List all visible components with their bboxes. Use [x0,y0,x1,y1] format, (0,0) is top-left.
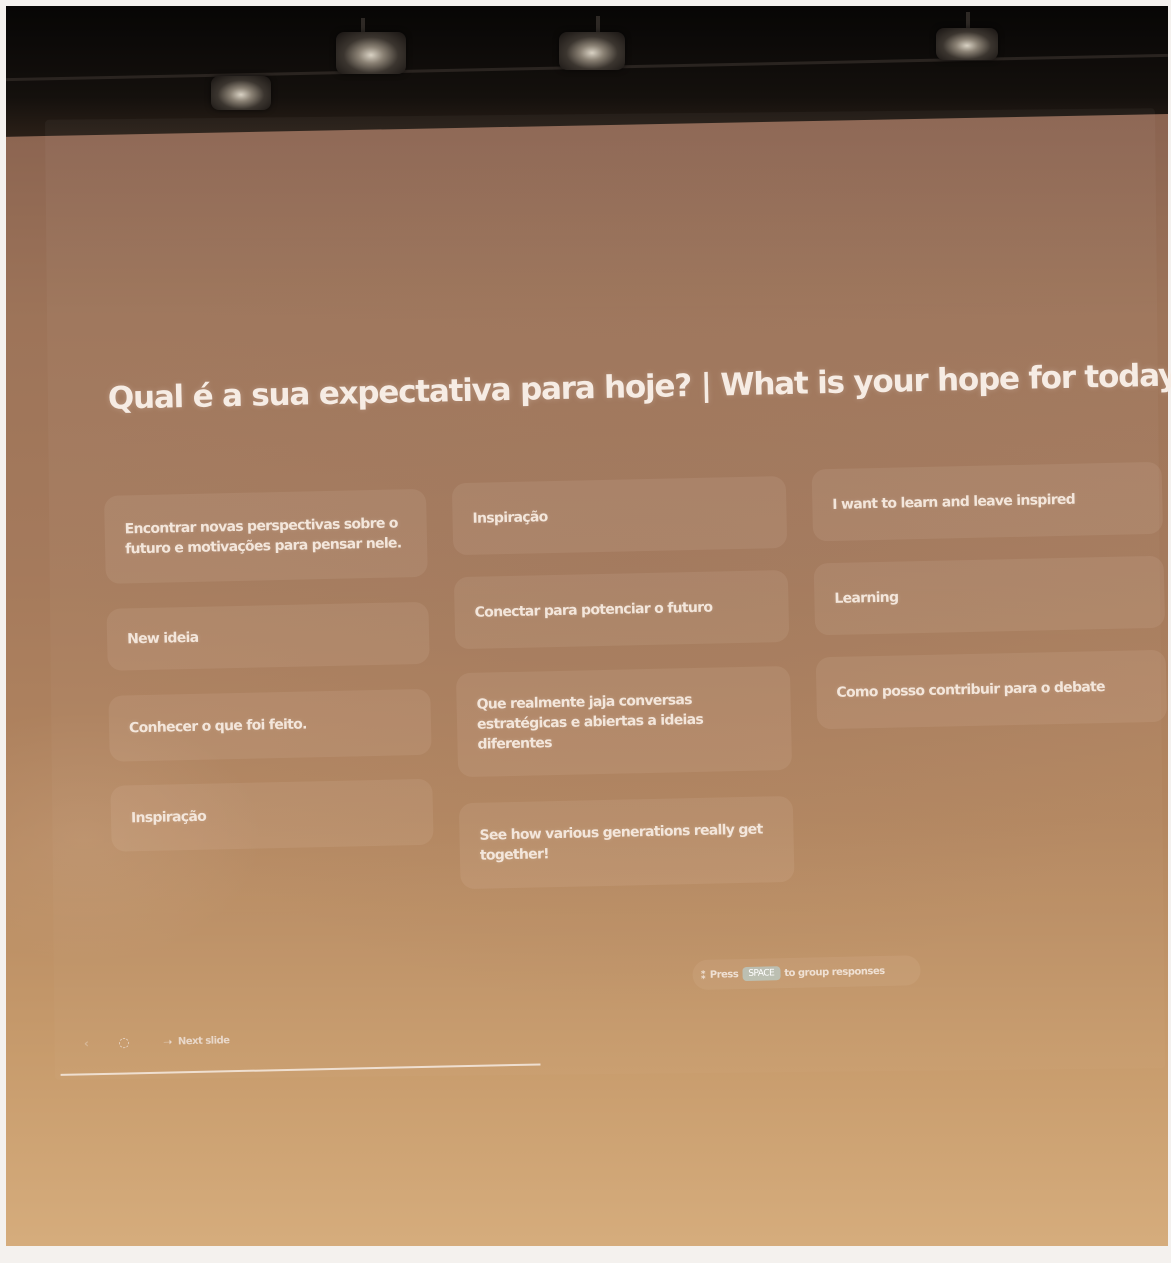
next-slide-button[interactable]: Next slide [178,1035,230,1047]
response-card: I want to learn and leave inspired [811,461,1164,542]
response-card: Inspiração [110,778,434,852]
response-text: Inspiração [130,808,207,827]
chevron-left-icon[interactable]: ‹ [84,1036,89,1050]
response-text: Learning [834,589,899,607]
response-text: Conectar para potenciar o futuro [474,599,713,621]
progress-bar [60,1063,541,1076]
response-text: Que realmente jaja conversas estratégica… [476,692,704,753]
group-icon: ⁑ [700,968,706,982]
arrow-right-icon[interactable]: ➝ [163,1035,172,1048]
response-card: Conhecer o que foi feito. [108,688,432,762]
group-responses-hint: ⁑ Press SPACE to group responses [692,955,921,991]
hint-before: Press [709,968,739,981]
response-text: Conhecer o que foi feito. [128,716,307,737]
response-card: See how various generations really get t… [458,795,795,890]
response-card: Como posso contribuir para o debate [815,649,1168,730]
presentation-slide: Qual é a sua expectativa para hoje? | Wh… [0,0,1171,1263]
response-text: Encontrar novas perspectivas sobre o fut… [124,515,402,558]
response-text: See how various generations really get t… [479,821,763,864]
response-text: Inspiração [472,509,548,527]
response-card: Learning [813,555,1166,636]
response-card: New ideia [106,601,430,671]
response-card: Encontrar novas perspectivas sobre o fut… [103,488,428,584]
hint-after: to group responses [784,965,885,979]
response-card: Conectar para potenciar o futuro [453,569,790,650]
slide-navigation: ‹ ◌ ➝ Next slide [84,1030,230,1053]
response-card: Que realmente jaja conversas estratégica… [455,665,793,778]
response-text: Como posso contribuir para o debate [836,679,1106,701]
slide-title: Qual é a sua expectativa para hoje? | Wh… [107,357,1171,417]
response-card: Inspiração [451,475,788,556]
space-key-badge[interactable]: SPACE [742,966,781,982]
response-text: New ideia [126,629,199,648]
response-text: I want to learn and leave inspired [832,491,1076,513]
pin-icon[interactable]: ◌ [118,1035,129,1050]
